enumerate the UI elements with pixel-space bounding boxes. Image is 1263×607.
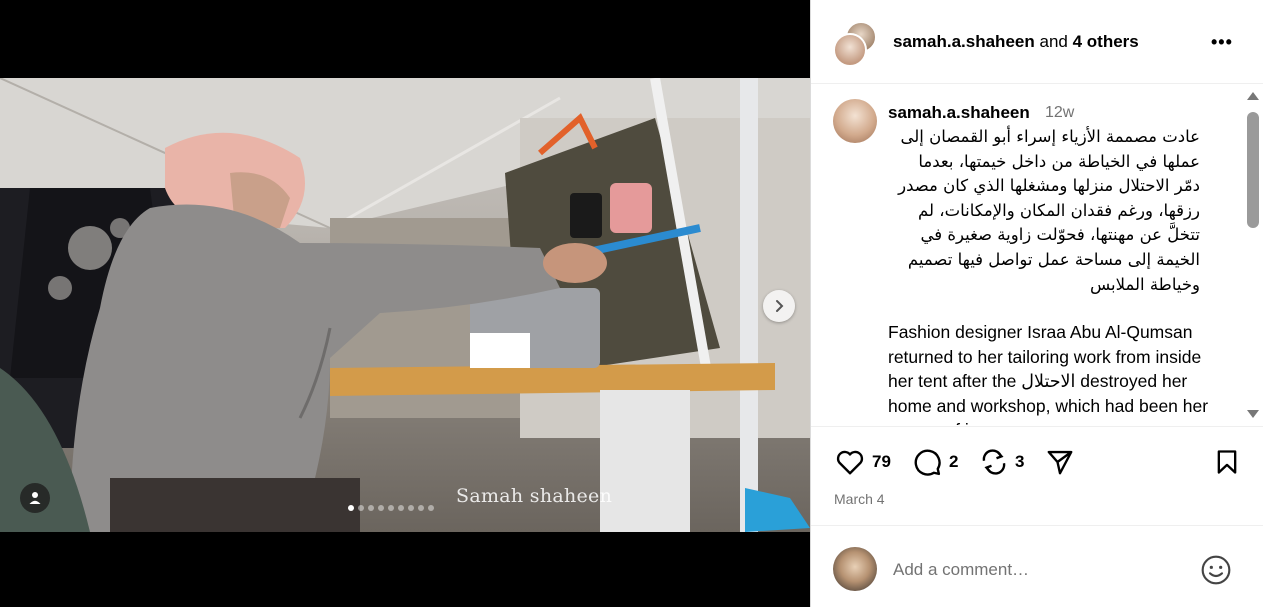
comment-icon — [914, 449, 941, 476]
save-button[interactable] — [1213, 447, 1241, 477]
carousel-dot — [358, 505, 364, 511]
caption-text-arabic: عادت مصممة الأزياء إسراء أبو القمصان إلى… — [898, 127, 1200, 294]
post-header: samah.a.shaheen and 4 others ••• — [811, 0, 1263, 84]
caption-text-english: Fashion designer Israa Abu Al-Qumsan ret… — [888, 322, 1209, 425]
repost-button[interactable]: 3 — [979, 447, 1024, 477]
more-icon: ••• — [1211, 32, 1233, 52]
caption-username-link[interactable]: samah.a.shaheen — [888, 103, 1030, 123]
and-text: and — [1039, 32, 1068, 51]
media-panel: Samah shaheen — [0, 0, 810, 607]
collab-names: samah.a.shaheen and 4 others — [893, 32, 1139, 52]
carousel-dot — [368, 505, 374, 511]
share-button[interactable] — [1045, 447, 1075, 477]
avatar[interactable] — [833, 99, 877, 143]
bookmark-icon — [1217, 450, 1237, 474]
collab-avatars[interactable] — [833, 21, 877, 67]
tagged-users-button[interactable] — [20, 483, 50, 513]
carousel-dot — [398, 505, 404, 511]
user-tag-icon — [29, 492, 41, 504]
add-comment-row — [811, 527, 1263, 607]
heart-icon — [836, 450, 864, 475]
emoji-button[interactable] — [1200, 554, 1232, 591]
avatar — [833, 547, 877, 591]
scroll-thumb[interactable] — [1247, 112, 1259, 228]
caption-timestamp[interactable]: 12w — [1045, 104, 1074, 122]
caption-area: samah.a.shaheen 12w عادت مصممة الأزياء إ… — [811, 85, 1263, 425]
carousel-indicators — [348, 505, 434, 511]
repost-count: 3 — [1015, 452, 1025, 471]
photo-watermark: Samah shaheen — [456, 485, 613, 507]
post-side-panel: samah.a.shaheen and 4 others ••• samah.a… — [810, 0, 1263, 607]
caption-scrollbar[interactable] — [1245, 88, 1261, 422]
next-slide-button[interactable] — [763, 290, 795, 322]
more-options-button[interactable]: ••• — [1211, 32, 1233, 53]
carousel-dot — [428, 505, 434, 511]
post-date[interactable]: March 4 — [834, 491, 885, 507]
post-actions: 79 2 3 March 4 — [811, 426, 1263, 526]
avatar — [833, 33, 867, 67]
carousel-dot — [418, 505, 424, 511]
emoji-icon — [1201, 555, 1231, 585]
carousel-dot — [408, 505, 414, 511]
carousel-dot — [348, 505, 354, 511]
post-photo[interactable] — [0, 78, 810, 532]
repost-icon — [982, 449, 1006, 475]
carousel-dot — [388, 505, 394, 511]
photo-illustration — [0, 78, 810, 532]
chevron-right-icon — [776, 300, 784, 312]
scroll-up-arrow[interactable] — [1247, 92, 1259, 100]
comment-button[interactable]: 2 — [911, 447, 958, 477]
author-username-link[interactable]: samah.a.shaheen — [893, 32, 1035, 51]
post-viewer: Samah shaheen samah.a.shaheen and 4 othe… — [0, 0, 1263, 607]
carousel-dot — [378, 505, 384, 511]
others-link[interactable]: 4 others — [1073, 32, 1139, 51]
scroll-down-arrow[interactable] — [1247, 410, 1259, 418]
like-button[interactable]: 79 — [834, 447, 891, 477]
comment-count: 2 — [949, 452, 959, 471]
comment-input[interactable] — [893, 557, 1183, 583]
like-count[interactable]: 79 — [872, 452, 891, 472]
share-icon — [1047, 450, 1073, 475]
